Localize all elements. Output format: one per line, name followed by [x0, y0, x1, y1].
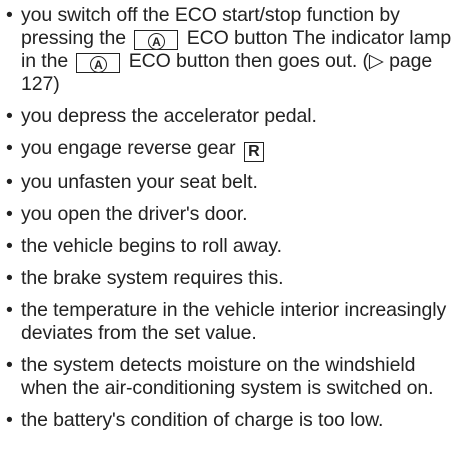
item-text: the battery's condition of charge is too…	[21, 409, 384, 431]
item-text: the vehicle begins to roll away.	[21, 235, 282, 257]
eco-a-icon: A	[147, 33, 165, 50]
list-item: you switch off the ECO start/stop functi…	[6, 4, 452, 96]
condition-list: you switch off the ECO start/stop functi…	[6, 4, 452, 441]
item-text: the temperature in the vehicle interior …	[21, 299, 447, 344]
item-text: you depress the accelerator pedal.	[21, 105, 317, 127]
list-item: you open the driver's door.	[6, 203, 452, 226]
list-item: you depress the accelerator pedal.	[6, 105, 452, 128]
eco-button-key: A	[76, 53, 121, 73]
list-item: you unfasten your seat belt.	[6, 171, 452, 194]
item-text: you engage reverse gear	[21, 137, 236, 159]
item-text: you unfasten your seat belt.	[21, 171, 258, 193]
list-item: you engage reverse gear R	[6, 137, 452, 162]
list-item: the brake system requires this.	[6, 267, 452, 290]
eco-a-icon: A	[89, 56, 107, 73]
item-text: the system detects moisture on the winds…	[21, 354, 434, 399]
item-text: you open the driver's door.	[21, 203, 248, 225]
list-item: the temperature in the vehicle interior …	[6, 299, 452, 345]
reverse-gear-key: R	[243, 142, 264, 162]
list-item: the battery's condition of charge is too…	[6, 409, 452, 432]
list-item: the vehicle begins to roll away.	[6, 235, 452, 258]
item-text: the brake system requires this.	[21, 267, 284, 289]
eco-button-key: A	[134, 30, 179, 50]
list-item: the system detects moisture on the winds…	[6, 354, 452, 400]
